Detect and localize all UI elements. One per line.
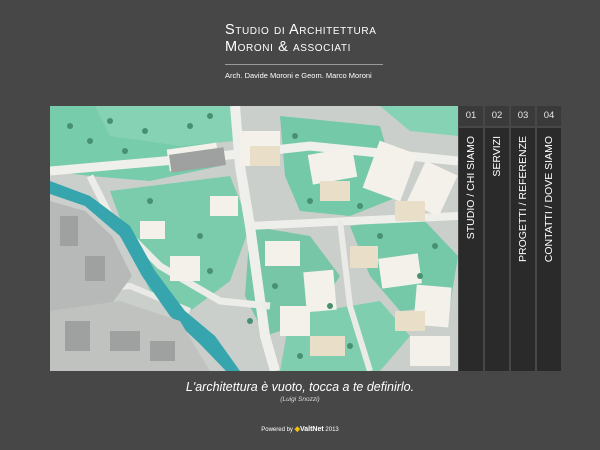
quote-author: (Luigi Snozzi) (280, 396, 320, 403)
nav-panel[interactable]: CONTATTI / DOVE SIAMO (537, 128, 561, 371)
nav-number: 01 (459, 106, 483, 126)
nav-item-contatti[interactable]: 04 CONTATTI / DOVE SIAMO (537, 106, 561, 371)
nav-number: 04 (537, 106, 561, 126)
nav-item-servizi[interactable]: 02 SERVIZI (485, 106, 509, 371)
nav-label-servizi[interactable]: SERVIZI (491, 136, 503, 177)
footer-brand-link[interactable]: ValtNet (300, 426, 324, 433)
nav-item-studio[interactable]: 01 STUDIO / CHI SIAMO (459, 106, 483, 371)
studio-title-line2: Moroni & associati (225, 39, 351, 55)
site-header: Studio di Architettura Moroni & associat… (225, 22, 390, 80)
nav-label-contatti[interactable]: CONTATTI / DOVE SIAMO (543, 136, 555, 262)
architectural-model-photo (50, 106, 458, 371)
nav-label-studio[interactable]: STUDIO / CHI SIAMO (465, 136, 477, 239)
nav-panel[interactable]: SERVIZI (485, 128, 509, 371)
header-subtitle: Arch. Davide Moroni e Geom. Marco Moroni (225, 71, 372, 80)
footer-year: 2013 (325, 427, 339, 433)
header-divider (225, 64, 383, 65)
nav-item-progetti[interactable]: 03 PROGETTI / REFERENZE (511, 106, 535, 371)
nav-panel[interactable]: STUDIO / CHI SIAMO (459, 128, 483, 371)
footer: Powered by ◆ValtNet 2013 (0, 425, 600, 433)
nav-label-progetti[interactable]: PROGETTI / REFERENZE (517, 136, 529, 262)
nav-number: 02 (485, 106, 509, 126)
main-navigation: 01 STUDIO / CHI SIAMO 02 SERVIZI 03 PROG… (459, 106, 563, 371)
nav-panel[interactable]: PROGETTI / REFERENZE (511, 128, 535, 371)
powered-by-label: Powered by (261, 427, 293, 433)
studio-title-line1: Studio di Architettura (225, 22, 377, 38)
quote-text: L'architettura è vuoto, tocca a te defin… (185, 380, 415, 394)
quote-block: L'architettura è vuoto, tocca a te defin… (0, 380, 600, 403)
nav-number: 03 (511, 106, 535, 126)
